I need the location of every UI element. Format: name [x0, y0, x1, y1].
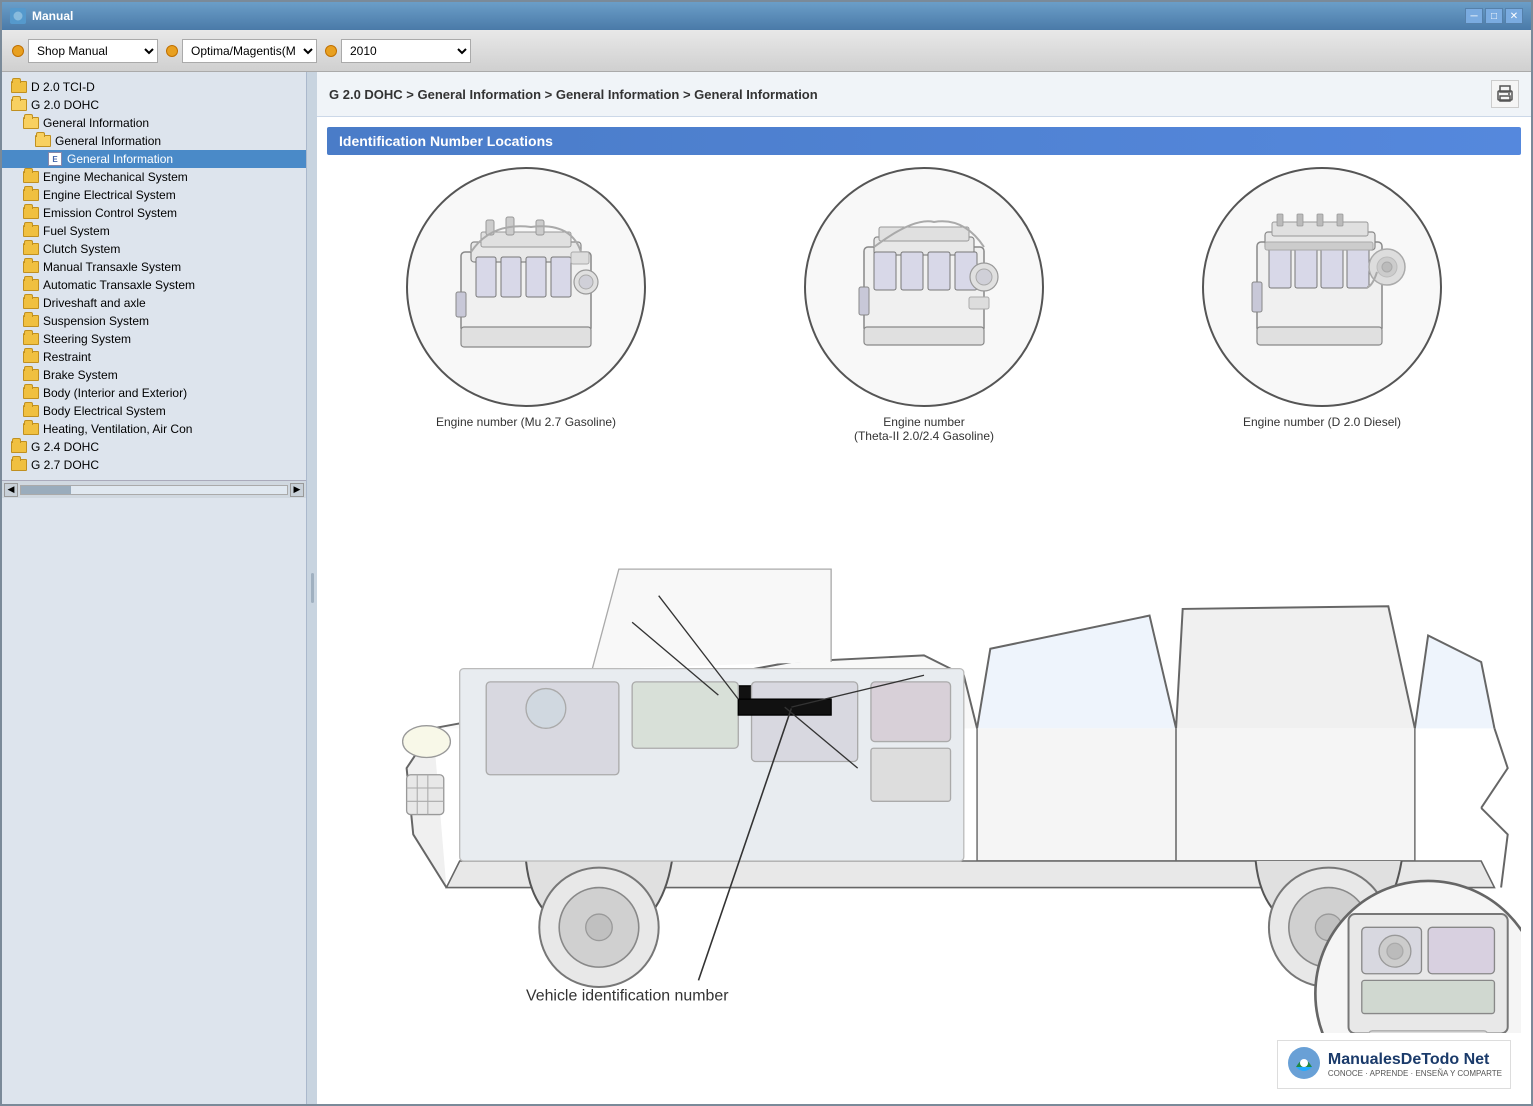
sidebar-item-heating[interactable]: Heating, Ventilation, Air Con — [2, 420, 306, 438]
sidebar-item-label: Engine Electrical System — [43, 188, 176, 202]
car-diagram-svg: Vehicle identification number — [327, 463, 1521, 1033]
page-content: G 2.0 DOHC > General Information > Gener… — [317, 72, 1531, 1104]
sidebar-item-label: Engine Mechanical System — [43, 170, 188, 184]
sidebar-item-body-int-ext[interactable]: Body (Interior and Exterior) — [2, 384, 306, 402]
resize-handle-bar — [311, 573, 314, 603]
window-controls: ─ □ ✕ — [1465, 8, 1523, 24]
engine-label-theta2: Engine number (Theta-II 2.0/2.4 Gasoline… — [854, 415, 994, 443]
sidebar-item-emission[interactable]: Emission Control System — [2, 204, 306, 222]
sidebar-item-label: G 2.4 DOHC — [31, 440, 99, 454]
year-selector: 2010 — [325, 39, 471, 63]
sidebar-item-label: Body Electrical System — [43, 404, 166, 418]
sidebar-item-label: General Information — [67, 152, 173, 166]
year-dropdown[interactable]: 2010 — [341, 39, 471, 63]
sidebar-item-label: D 2.0 TCI-D — [31, 80, 95, 94]
car-diagram-area: Vehicle identification number — [327, 463, 1521, 1036]
sidebar-item-label: Clutch System — [43, 242, 120, 256]
sidebar-item-g27dohc[interactable]: G 2.7 DOHC — [2, 456, 306, 474]
engine-circle-mu27 — [406, 167, 646, 407]
svg-text:Vehicle identification number: Vehicle identification number — [526, 987, 729, 1004]
minimize-button[interactable]: ─ — [1465, 8, 1483, 24]
sidebar-item-restraint[interactable]: Restraint — [2, 348, 306, 366]
close-button[interactable]: ✕ — [1505, 8, 1523, 24]
breadcrumb-bar: G 2.0 DOHC > General Information > Gener… — [317, 72, 1531, 117]
scroll-left-arrow[interactable]: ◀ — [4, 483, 18, 497]
watermark-area: ManualesDeTodo Net CONOCE · APRENDE · EN… — [327, 1040, 1521, 1089]
maximize-button[interactable]: □ — [1485, 8, 1503, 24]
sidebar-item-label: Body (Interior and Exterior) — [43, 386, 187, 400]
watermark-icon — [1286, 1045, 1322, 1084]
sidebar-scrollbar[interactable]: ◀ ▶ — [2, 480, 306, 498]
sidebar-item-suspension[interactable]: Suspension System — [2, 312, 306, 330]
sidebar-item-label: General Information — [43, 116, 149, 130]
engine-item-theta2: Engine number (Theta-II 2.0/2.4 Gasoline… — [804, 167, 1044, 443]
year-dot — [325, 45, 337, 57]
resize-handle[interactable] — [307, 72, 317, 1104]
sidebar-item-general-info-2[interactable]: General Information — [2, 132, 306, 150]
manual-type-dot — [12, 45, 24, 57]
sidebar-item-fuel[interactable]: Fuel System — [2, 222, 306, 240]
sidebar-tree: D 2.0 TCI-D G 2.0 DOHC General Informati… — [2, 72, 306, 480]
sidebar-item-label: Heating, Ventilation, Air Con — [43, 422, 192, 436]
sidebar-item-driveshaft[interactable]: Driveshaft and axle — [2, 294, 306, 312]
sidebar-item-brake[interactable]: Brake System — [2, 366, 306, 384]
watermark: ManualesDeTodo Net CONOCE · APRENDE · EN… — [1277, 1040, 1511, 1089]
sidebar-item-label: Fuel System — [43, 224, 110, 238]
sidebar-item-body-elec[interactable]: Body Electrical System — [2, 402, 306, 420]
watermark-sub: CONOCE · APRENDE · ENSEÑA Y COMPARTE — [1328, 1069, 1502, 1078]
scroll-thumb[interactable] — [21, 486, 71, 494]
window-title: Manual — [32, 9, 73, 23]
engine-circle-d20diesel — [1202, 167, 1442, 407]
sidebar-item-label: Brake System — [43, 368, 118, 382]
breadcrumb: G 2.0 DOHC > General Information > Gener… — [329, 87, 818, 102]
print-button[interactable] — [1491, 80, 1519, 108]
model-dot — [166, 45, 178, 57]
sidebar-item-general-info-3[interactable]: E General Information — [2, 150, 306, 168]
sidebar-item-steering[interactable]: Steering System — [2, 330, 306, 348]
sidebar-item-label: Suspension System — [43, 314, 149, 328]
sidebar-item-g24dohc[interactable]: G 2.4 DOHC — [2, 438, 306, 456]
model-selector: Optima/Magentis(M — [166, 39, 317, 63]
sidebar-item-clutch[interactable]: Clutch System — [2, 240, 306, 258]
content-area: Identification Number Locations — [317, 117, 1531, 1104]
sidebar-item-auto-trans[interactable]: Automatic Transaxle System — [2, 276, 306, 294]
engine-label-d20diesel: Engine number (D 2.0 Diesel) — [1243, 415, 1401, 429]
engine-circle-theta2 — [804, 167, 1044, 407]
engine-item-mu27: Engine number (Mu 2.7 Gasoline) — [406, 167, 646, 429]
sidebar-item-label: Automatic Transaxle System — [43, 278, 195, 292]
sidebar-item-d20tcid[interactable]: D 2.0 TCI-D — [2, 78, 306, 96]
sidebar-item-engine-mech[interactable]: Engine Mechanical System — [2, 168, 306, 186]
window-icon — [10, 8, 26, 24]
scroll-track — [20, 485, 288, 495]
title-bar: Manual ─ □ ✕ — [2, 2, 1531, 30]
sidebar-item-g20dohc[interactable]: G 2.0 DOHC — [2, 96, 306, 114]
section-header: Identification Number Locations — [327, 127, 1521, 155]
toolbar: Shop Manual Optima/Magentis(M 2010 — [2, 30, 1531, 72]
sidebar-item-label: Steering System — [43, 332, 131, 346]
watermark-brand: ManualesDeTodo Net — [1328, 1051, 1502, 1069]
engine-diagrams: Engine number (Mu 2.7 Gasoline) — [327, 167, 1521, 443]
sidebar-item-label: G 2.7 DOHC — [31, 458, 99, 472]
model-dropdown[interactable]: Optima/Magentis(M — [182, 39, 317, 63]
sidebar-item-label: Manual Transaxle System — [43, 260, 181, 274]
sidebar-item-manual-trans[interactable]: Manual Transaxle System — [2, 258, 306, 276]
watermark-text-area: ManualesDeTodo Net CONOCE · APRENDE · EN… — [1328, 1051, 1502, 1078]
main-window: Manual ─ □ ✕ Shop Manual Optima/Magentis… — [0, 0, 1533, 1106]
sidebar-item-general-info-1[interactable]: General Information — [2, 114, 306, 132]
sidebar-item-label: General Information — [55, 134, 161, 148]
engine-item-d20diesel: Engine number (D 2.0 Diesel) — [1202, 167, 1442, 429]
engine-label-mu27: Engine number (Mu 2.7 Gasoline) — [436, 415, 616, 429]
manual-type-dropdown[interactable]: Shop Manual — [28, 39, 158, 63]
main-area: D 2.0 TCI-D G 2.0 DOHC General Informati… — [2, 72, 1531, 1104]
sidebar: D 2.0 TCI-D G 2.0 DOHC General Informati… — [2, 72, 307, 1104]
sidebar-item-engine-elec[interactable]: Engine Electrical System — [2, 186, 306, 204]
sidebar-item-label: Restraint — [43, 350, 91, 364]
manual-type-selector: Shop Manual — [12, 39, 158, 63]
sidebar-item-label: G 2.0 DOHC — [31, 98, 99, 112]
scroll-right-arrow[interactable]: ▶ — [290, 483, 304, 497]
sidebar-item-label: Emission Control System — [43, 206, 177, 220]
sidebar-item-label: Driveshaft and axle — [43, 296, 146, 310]
